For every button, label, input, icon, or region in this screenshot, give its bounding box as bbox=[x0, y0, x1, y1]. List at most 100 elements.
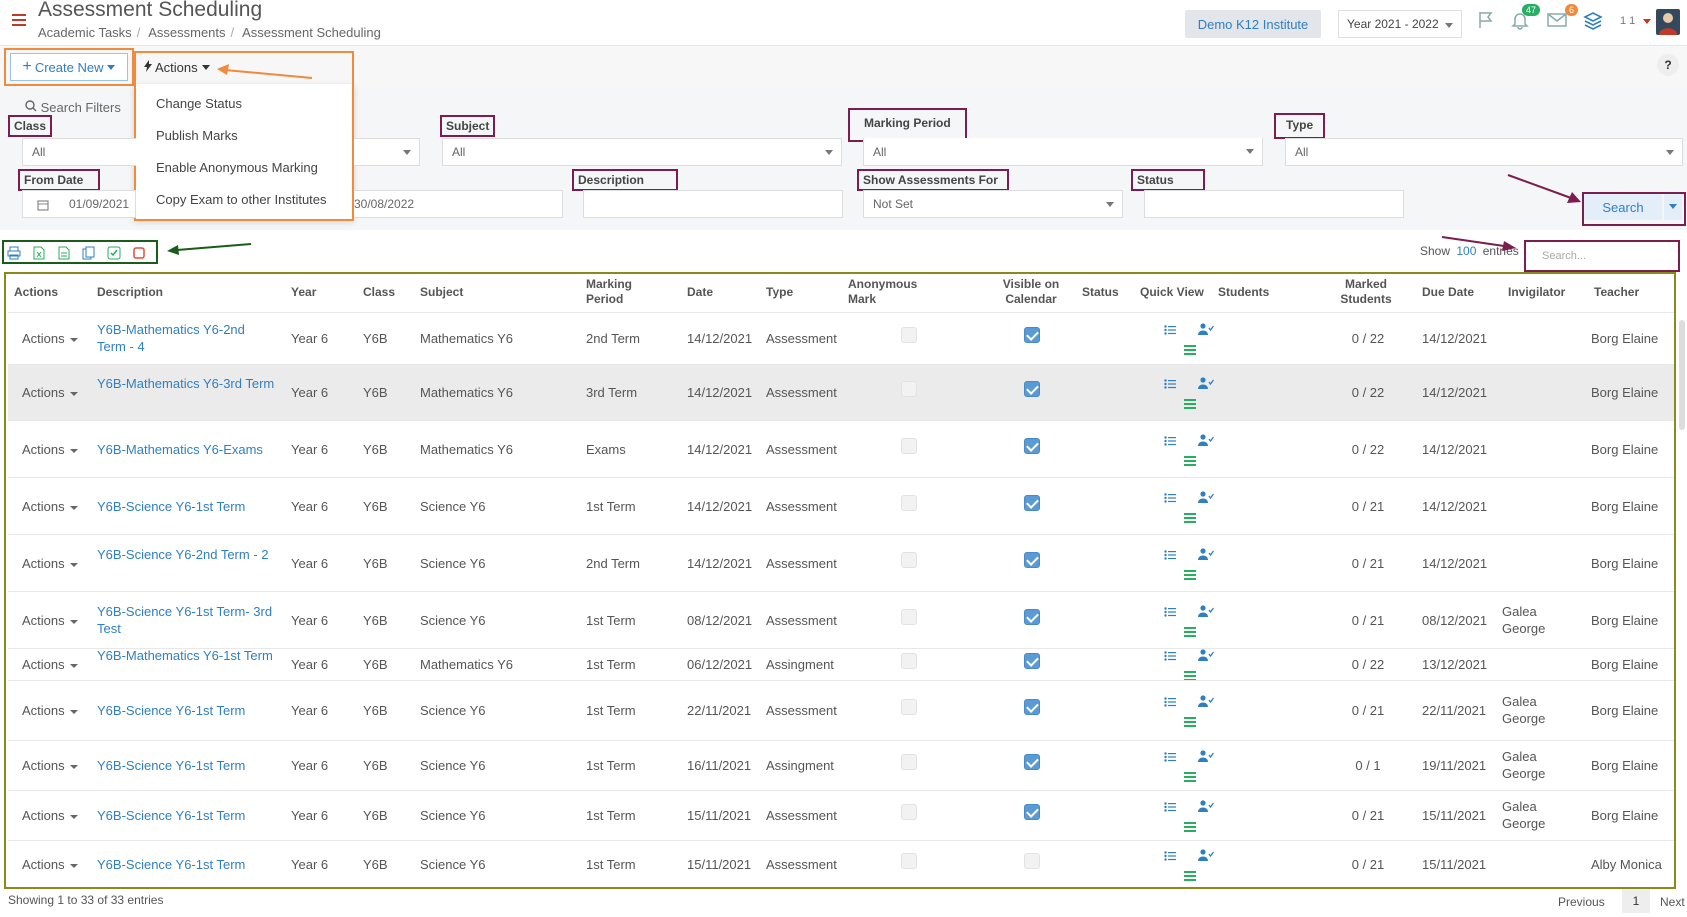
table-icon[interactable] bbox=[1184, 343, 1198, 355]
row-actions-button[interactable]: Actions bbox=[22, 384, 65, 401]
column-header-year[interactable]: Year bbox=[291, 272, 351, 312]
excel-icon[interactable] bbox=[32, 246, 46, 260]
column-header-status[interactable]: Status bbox=[1082, 272, 1132, 312]
copy-icon[interactable] bbox=[82, 246, 96, 260]
subject-select[interactable]: All bbox=[442, 138, 842, 166]
csv-icon[interactable] bbox=[57, 246, 71, 260]
search-options-button[interactable] bbox=[1664, 194, 1682, 220]
class-select[interactable]: All bbox=[22, 138, 136, 166]
type-select[interactable]: All bbox=[1285, 138, 1683, 166]
user-check-icon[interactable] bbox=[1198, 434, 1215, 446]
table-icon[interactable] bbox=[1184, 397, 1198, 409]
list-icon[interactable] bbox=[1164, 377, 1178, 389]
anonymous-mark-checkbox[interactable] bbox=[901, 609, 917, 625]
row-actions-button[interactable]: Actions bbox=[22, 555, 65, 572]
user-check-icon[interactable] bbox=[1198, 491, 1215, 503]
row-actions-button[interactable]: Actions bbox=[22, 612, 65, 629]
column-header-description[interactable]: Description bbox=[97, 272, 277, 312]
assessment-link[interactable]: Y6B-Science Y6-1st Term bbox=[97, 757, 275, 774]
table-search-input[interactable]: Search... bbox=[1524, 240, 1680, 272]
list-icon[interactable] bbox=[1164, 800, 1178, 812]
column-header-teacher[interactable]: Teacher bbox=[1594, 272, 1674, 312]
breadcrumb-academic-tasks[interactable]: Academic Tasks bbox=[38, 25, 132, 40]
create-new-button[interactable]: + Create New bbox=[10, 53, 128, 81]
status-input[interactable] bbox=[1144, 190, 1404, 218]
anonymous-mark-checkbox[interactable] bbox=[901, 327, 917, 343]
from-date-input[interactable]: 01/09/2021 bbox=[22, 190, 136, 218]
assessment-link[interactable]: Y6B-Science Y6-1st Term bbox=[97, 856, 275, 873]
anonymous-mark-checkbox[interactable] bbox=[901, 804, 917, 820]
column-header-invigilator[interactable]: Invigilator bbox=[1508, 272, 1588, 312]
column-header-quick-view[interactable]: Quick View bbox=[1140, 272, 1210, 312]
column-header-subject[interactable]: Subject bbox=[420, 272, 570, 312]
anonymous-mark-checkbox[interactable] bbox=[901, 853, 917, 869]
user-check-icon[interactable] bbox=[1198, 605, 1215, 617]
visible-on-calendar-checkbox[interactable] bbox=[1024, 754, 1040, 770]
search-filters-toggle[interactable]: Search Filters bbox=[25, 100, 121, 115]
list-icon[interactable] bbox=[1164, 491, 1178, 503]
class-select-tail[interactable] bbox=[354, 138, 420, 166]
row-actions-button[interactable]: Actions bbox=[22, 656, 65, 673]
anonymous-mark-checkbox[interactable] bbox=[901, 438, 917, 454]
row-actions-button[interactable]: Actions bbox=[22, 702, 65, 719]
stack-icon[interactable] bbox=[1583, 10, 1603, 34]
menu-item-copy-exam[interactable]: Copy Exam to other Institutes bbox=[156, 192, 327, 207]
envelope-icon[interactable]: 6 bbox=[1546, 4, 1578, 34]
visible-on-calendar-checkbox[interactable] bbox=[1024, 381, 1040, 397]
row-actions-button[interactable]: Actions bbox=[22, 441, 65, 458]
anonymous-mark-checkbox[interactable] bbox=[901, 699, 917, 715]
to-date-input[interactable]: 30/08/2022 bbox=[354, 190, 563, 218]
next-page-button[interactable]: Next bbox=[1660, 895, 1685, 909]
visible-on-calendar-checkbox[interactable] bbox=[1024, 853, 1040, 869]
assessment-link[interactable]: Y6B-Science Y6-1st Term bbox=[97, 498, 275, 515]
visible-on-calendar-checkbox[interactable] bbox=[1024, 438, 1040, 454]
list-icon[interactable] bbox=[1164, 605, 1178, 617]
assessment-link[interactable]: Y6B-Mathematics Y6-1st Term bbox=[97, 647, 275, 664]
table-icon[interactable] bbox=[1184, 820, 1198, 832]
list-icon[interactable] bbox=[1164, 548, 1178, 560]
user-check-icon[interactable] bbox=[1198, 750, 1215, 762]
table-icon[interactable] bbox=[1184, 625, 1198, 637]
row-actions-button[interactable]: Actions bbox=[22, 807, 65, 824]
flag-icon[interactable] bbox=[1476, 10, 1496, 34]
bell-icon[interactable]: 47 bbox=[1510, 4, 1540, 34]
check-square-icon[interactable] bbox=[107, 246, 121, 260]
user-check-icon[interactable] bbox=[1198, 649, 1215, 661]
table-icon[interactable] bbox=[1184, 869, 1198, 881]
print-icon[interactable] bbox=[7, 246, 21, 260]
assessment-link[interactable]: Y6B-Science Y6-1st Term bbox=[97, 807, 275, 824]
user-check-icon[interactable] bbox=[1198, 377, 1215, 389]
assessment-link[interactable]: Y6B-Science Y6-1st Term- 3rd Test bbox=[97, 603, 275, 637]
entries-count-select[interactable]: 100 bbox=[1456, 244, 1476, 258]
table-icon[interactable] bbox=[1184, 454, 1198, 466]
row-actions-button[interactable]: Actions bbox=[22, 330, 65, 347]
visible-on-calendar-checkbox[interactable] bbox=[1024, 653, 1040, 669]
assessment-link[interactable]: Y6B-Mathematics Y6-Exams bbox=[97, 441, 275, 458]
user-check-icon[interactable] bbox=[1198, 323, 1215, 335]
row-actions-button[interactable]: Actions bbox=[22, 856, 65, 873]
column-header-class[interactable]: Class bbox=[363, 272, 413, 312]
table-icon[interactable] bbox=[1184, 715, 1198, 727]
anonymous-mark-checkbox[interactable] bbox=[901, 552, 917, 568]
column-header-anonymous-mark[interactable]: Anonymous Mark bbox=[848, 272, 938, 312]
visible-on-calendar-checkbox[interactable] bbox=[1024, 609, 1040, 625]
column-header-students[interactable]: Students bbox=[1218, 272, 1298, 312]
avatar[interactable] bbox=[1656, 9, 1680, 35]
list-icon[interactable] bbox=[1164, 649, 1178, 661]
menu-item-enable-anonymous-marking[interactable]: Enable Anonymous Marking bbox=[156, 160, 318, 175]
breadcrumb-assessments[interactable]: Assessments bbox=[148, 25, 225, 40]
actions-button[interactable]: Actions bbox=[140, 53, 214, 81]
column-header-visible-on-calendar[interactable]: Visible on Calendar bbox=[986, 272, 1076, 312]
menu-item-change-status[interactable]: Change Status bbox=[156, 96, 242, 111]
user-check-icon[interactable] bbox=[1198, 800, 1215, 812]
table-icon[interactable] bbox=[1184, 511, 1198, 523]
page-1-button[interactable]: 1 bbox=[1622, 889, 1650, 913]
list-icon[interactable] bbox=[1164, 434, 1178, 446]
user-check-icon[interactable] bbox=[1198, 849, 1215, 861]
institute-button[interactable]: Demo K12 Institute bbox=[1185, 10, 1321, 38]
show-assessments-for-select[interactable]: Not Set bbox=[863, 190, 1123, 218]
visible-on-calendar-checkbox[interactable] bbox=[1024, 495, 1040, 511]
anonymous-mark-checkbox[interactable] bbox=[901, 495, 917, 511]
column-header-type[interactable]: Type bbox=[766, 272, 846, 312]
assessment-link[interactable]: Y6B-Mathematics Y6-2nd Term - 4 bbox=[97, 321, 275, 355]
